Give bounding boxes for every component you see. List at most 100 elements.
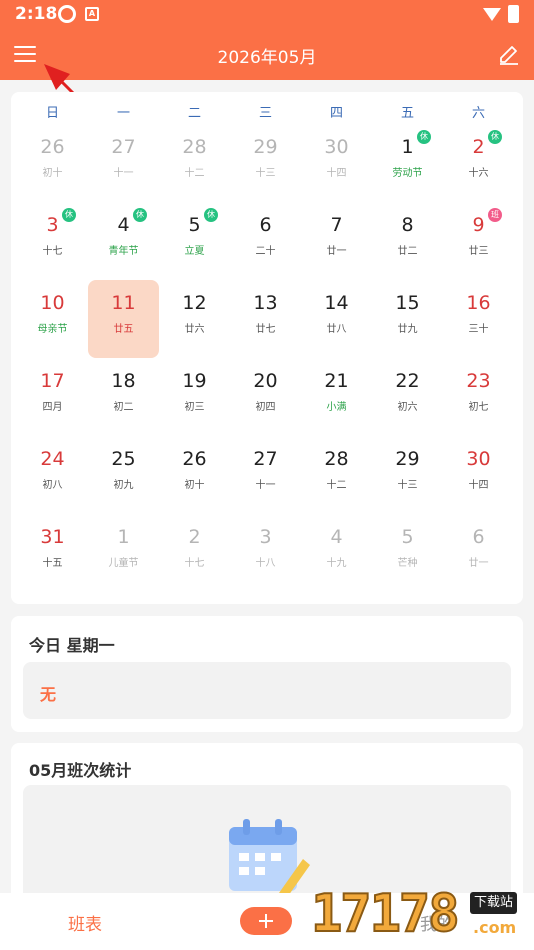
calendar-day-cell[interactable]: 5 立夏 休	[159, 202, 230, 280]
day-lunar-label: 初六	[397, 402, 418, 413]
day-number: 16	[466, 292, 491, 314]
calendar-day-cell[interactable]: 28 十二	[159, 124, 230, 202]
day-lunar-label: 十三	[255, 168, 276, 179]
calendar-day-cell[interactable]: 7 廿一	[301, 202, 372, 280]
calendar-day-cell[interactable]: 11 廿五	[88, 280, 159, 358]
calendar-day-cell[interactable]: 16 三十	[443, 280, 514, 358]
nav-schedule[interactable]: 班表	[68, 910, 102, 935]
day-lunar-label: 十一	[113, 168, 134, 179]
holiday-badge: 休	[417, 130, 431, 144]
day-lunar-label: 廿一	[468, 558, 489, 569]
day-lunar-label: 十五	[42, 558, 63, 569]
calendar-day-cell[interactable]: 30 十四	[301, 124, 372, 202]
a-square-icon: A	[85, 7, 99, 21]
calendar-day-cell[interactable]: 29 十三	[230, 124, 301, 202]
calendar-day-cell[interactable]: 5 芒种	[372, 514, 443, 592]
calendar-day-cell[interactable]: 8 廿二	[372, 202, 443, 280]
day-number: 30	[324, 136, 349, 158]
calendar-day-cell[interactable]: 10 母亲节	[17, 280, 88, 358]
day-number: 29	[253, 136, 278, 158]
day-lunar-label: 立夏	[184, 246, 205, 257]
edit-icon[interactable]	[497, 42, 521, 66]
day-lunar-label: 廿九	[397, 324, 418, 335]
calendar-day-cell[interactable]: 26 初十	[159, 436, 230, 514]
calendar-day-cell[interactable]: 13 廿七	[230, 280, 301, 358]
day-lunar-label: 小满	[326, 402, 347, 413]
calendar-day-cell[interactable]: 26 初十	[17, 124, 88, 202]
calendar-day-cell[interactable]: 12 廿六	[159, 280, 230, 358]
day-number: 28	[182, 136, 207, 158]
weekday-sat: 六	[471, 106, 485, 121]
calendar-day-cell[interactable]: 28 十二	[301, 436, 372, 514]
day-lunar-label: 四月	[42, 402, 63, 413]
day-number: 17	[40, 370, 65, 392]
calendar-day-cell[interactable]: 14 廿八	[301, 280, 372, 358]
day-lunar-label: 廿一	[326, 246, 347, 257]
day-number: 3	[46, 214, 59, 236]
day-number: 24	[40, 448, 65, 470]
day-number: 4	[330, 526, 343, 548]
today-shift-box[interactable]: 无	[23, 662, 511, 719]
day-lunar-label: 十七	[184, 558, 205, 569]
calendar-day-cell[interactable]: 3 十八	[230, 514, 301, 592]
day-number: 8	[401, 214, 414, 236]
day-lunar-label: 十四	[468, 480, 489, 491]
calendar-day-cell[interactable]: 29 十三	[372, 436, 443, 514]
day-number: 19	[182, 370, 207, 392]
status-time: 2:18	[15, 4, 58, 24]
day-number: 29	[395, 448, 420, 470]
day-lunar-label: 廿七	[255, 324, 276, 335]
calendar-day-cell[interactable]: 2 十七	[159, 514, 230, 592]
calendar-day-cell[interactable]: 17 四月	[17, 358, 88, 436]
calendar-day-cell[interactable]: 24 初八	[17, 436, 88, 514]
day-lunar-label: 十八	[255, 558, 276, 569]
day-lunar-label: 十七	[42, 246, 63, 257]
calendar-day-cell[interactable]: 9 廿三 班	[443, 202, 514, 280]
day-number: 5	[401, 526, 414, 548]
calendar-day-cell[interactable]: 15 廿九	[372, 280, 443, 358]
day-number: 18	[111, 370, 136, 392]
calendar-day-cell[interactable]: 19 初三	[159, 358, 230, 436]
calendar-day-cell[interactable]: 22 初六	[372, 358, 443, 436]
calendar-day-cell[interactable]: 4 青年节 休	[88, 202, 159, 280]
calendar-day-cell[interactable]: 1 劳动节 休	[372, 124, 443, 202]
workday-badge: 班	[488, 208, 502, 222]
calendar-day-cell[interactable]: 30 十四	[443, 436, 514, 514]
watermark: 17178 下载站 .com	[305, 880, 534, 950]
day-number: 9	[472, 214, 485, 236]
calendar-day-cell[interactable]: 23 初七	[443, 358, 514, 436]
status-bar: 2:18 A	[0, 0, 534, 30]
day-lunar-label: 儿童节	[108, 558, 139, 569]
calendar-day-cell[interactable]: 31 十五	[17, 514, 88, 592]
calendar-day-cell[interactable]: 25 初九	[88, 436, 159, 514]
calendar-day-cell[interactable]: 20 初四	[230, 358, 301, 436]
day-lunar-label: 廿六	[184, 324, 205, 335]
day-lunar-label: 十四	[326, 168, 347, 179]
day-number: 1	[401, 136, 414, 158]
day-number: 26	[182, 448, 207, 470]
day-lunar-label: 初二	[113, 402, 134, 413]
month-title[interactable]: 2026年05月	[0, 43, 534, 68]
calendar-day-cell[interactable]: 27 十一	[88, 124, 159, 202]
day-number: 28	[324, 448, 349, 470]
add-button[interactable]	[240, 907, 292, 935]
day-number: 27	[253, 448, 278, 470]
calendar-day-cell[interactable]: 6 廿一	[443, 514, 514, 592]
day-number: 13	[253, 292, 278, 314]
day-number: 10	[40, 292, 65, 314]
day-lunar-label: 十六	[468, 168, 489, 179]
calendar-day-cell[interactable]: 2 十六 休	[443, 124, 514, 202]
calendar-day-cell[interactable]: 18 初二	[88, 358, 159, 436]
calendar-day-cell[interactable]: 27 十一	[230, 436, 301, 514]
calendar-day-cell[interactable]: 1 儿童节	[88, 514, 159, 592]
holiday-badge: 休	[204, 208, 218, 222]
calendar-day-cell[interactable]: 21 小满	[301, 358, 372, 436]
day-number: 12	[182, 292, 207, 314]
calendar-day-cell[interactable]: 3 十七 休	[17, 202, 88, 280]
day-number: 11	[111, 292, 136, 314]
watermark-domain: .com	[473, 918, 517, 937]
calendar-day-cell[interactable]: 4 十九	[301, 514, 372, 592]
calendar-day-cell[interactable]: 6 二十	[230, 202, 301, 280]
day-number: 14	[324, 292, 349, 314]
day-lunar-label: 十九	[326, 558, 347, 569]
